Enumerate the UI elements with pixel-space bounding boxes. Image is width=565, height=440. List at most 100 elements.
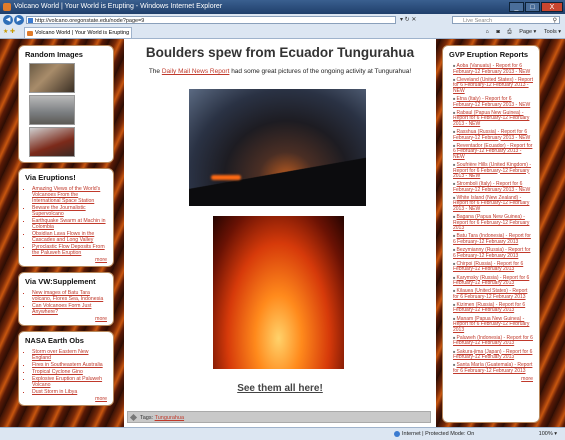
eruption-fire-photo <box>213 216 344 369</box>
list-item[interactable]: Manam (Papua New Guinea) - Report for 6 … <box>453 316 533 334</box>
address-bar[interactable]: http://volcano.oregonstate.edu/node?page… <box>26 16 396 24</box>
list-item[interactable]: Tropical Cyclone Gino <box>32 369 107 375</box>
link[interactable]: New images of Batu Tara volcano, Flores … <box>32 290 103 302</box>
list-item[interactable]: Obsidian Lava Flows in the Cascades and … <box>32 231 107 243</box>
report-link[interactable]: Kizimen (Russia) - Report for 6 February… <box>453 302 525 314</box>
search-icon[interactable]: ⚲ <box>553 17 557 25</box>
random-image-thumbnail[interactable] <box>29 63 75 93</box>
report-link[interactable]: Kilauea (United States) - Report for 6 F… <box>453 288 527 300</box>
list-item[interactable]: Stromboli (Italy) - Report for 6 Februar… <box>453 181 533 193</box>
list-item[interactable]: Soufrière Hills (United Kingdom) - Repor… <box>453 162 533 180</box>
list-item[interactable]: Chirpoi (Russia) - Report for 6 February… <box>453 261 533 273</box>
main-article: Boulders spew from Ecuador Tungurahua Th… <box>124 39 436 427</box>
list-item[interactable]: Bezymianny (Russia) - Report for 6 Febru… <box>453 247 533 259</box>
tags-label: Tags: <box>140 415 154 421</box>
list-item[interactable]: Cleveland (United States) - Report for 6… <box>453 77 533 95</box>
list-item[interactable]: Rabaul (Papua New Guinea) - Report for 6… <box>453 110 533 128</box>
search-placeholder: Live Search <box>463 18 493 24</box>
link[interactable]: Fires in Southeastern Australia <box>32 362 103 368</box>
list-item[interactable]: Etna (Italy) - Report for 6 February-12 … <box>453 96 533 108</box>
report-link[interactable]: White Island (New Zealand) - Report for … <box>453 195 529 212</box>
see-all-link[interactable]: See them all here! <box>237 383 323 394</box>
link[interactable]: Can Volcanoes Form Just Anywhere? <box>32 303 91 315</box>
report-link[interactable]: Karymsky (Russia) - Report for 6 Februar… <box>453 275 529 287</box>
home-icon[interactable]: ⌂ <box>486 29 489 35</box>
list-item[interactable]: Kizimen (Russia) - Report for 6 February… <box>453 302 533 314</box>
random-image-thumbnail[interactable] <box>29 127 75 157</box>
list-item[interactable]: Explosive Eruption at Paluweh Volcano <box>32 376 107 388</box>
search-input[interactable]: Live Search ⚲ <box>452 16 560 24</box>
report-link[interactable]: Batu Tara (Indonesia) - Report for 6 Feb… <box>453 233 531 245</box>
list-item[interactable]: Paluweh (Indonesia) - Report for 6 Febru… <box>453 335 533 347</box>
link[interactable]: Amazing Views of the World's Volcanoes F… <box>32 186 100 204</box>
random-image-thumbnail[interactable] <box>29 95 75 125</box>
list-item[interactable]: Earthquake Swarm at Machin in Colombia <box>32 218 107 230</box>
list-item[interactable]: Rasshua (Russia) - Report for 6 February… <box>453 129 533 141</box>
report-link[interactable]: Reventador (Ecuador) - Report for 6 Febr… <box>453 143 532 160</box>
link[interactable]: Obsidian Lava Flows in the Cascades and … <box>32 231 94 243</box>
more-link[interactable]: more <box>95 396 107 402</box>
list-item[interactable]: Storm over Eastern New England <box>32 349 107 361</box>
close-button[interactable]: X <box>541 2 563 12</box>
tag-link[interactable]: Tungurahua <box>155 415 184 421</box>
list-item[interactable]: Karymsky (Russia) - Report for 6 Februar… <box>453 275 533 287</box>
address-buttons[interactable]: ▾ ↻ ✕ <box>400 16 416 23</box>
more-link[interactable]: more <box>521 376 533 382</box>
back-arrow-icon[interactable]: ◀ <box>3 15 13 25</box>
link[interactable]: Dust Storm in Libya <box>32 389 77 395</box>
report-link[interactable]: Paluweh (Indonesia) - Report for 6 Febru… <box>453 335 533 347</box>
report-link[interactable]: Stromboli (Italy) - Report for 6 Februar… <box>453 181 530 193</box>
list-item[interactable]: Kilauea (United States) - Report for 6 F… <box>453 288 533 300</box>
report-link[interactable]: Aoba (Vanuatu) - Report for 6 February-1… <box>453 63 530 75</box>
zoom-control[interactable]: 100% ▾ <box>539 428 557 440</box>
report-link[interactable]: Bagana (Papua New Guinea) - Report for 6… <box>453 214 529 231</box>
list-item[interactable]: Dust Storm in Libya <box>32 389 107 395</box>
report-link[interactable]: Rasshua (Russia) - Report for 6 February… <box>453 129 530 141</box>
feeds-icon[interactable]: ◙ <box>496 29 499 35</box>
report-link[interactable]: Cleveland (United States) - Report for 6… <box>453 77 533 94</box>
article-intro: The Daily Mail News Report had some grea… <box>124 68 436 75</box>
more-link[interactable]: more <box>95 257 107 263</box>
report-link[interactable]: Bezymianny (Russia) - Report for 6 Febru… <box>453 247 530 259</box>
link[interactable]: Beware the Journalistic Supervolcano <box>32 205 86 217</box>
via-vw-supplement-block: Via VW:Supplement New images of Batu Tar… <box>18 272 114 326</box>
maximize-button[interactable]: □ <box>525 2 540 12</box>
report-link[interactable]: Soufrière Hills (United Kingdom) - Repor… <box>453 162 531 179</box>
list-item[interactable]: Aoba (Vanuatu) - Report for 6 February-1… <box>453 63 533 75</box>
command-bar: ⌂ ◙ ⎙ Page ▾ Tools ▾ <box>480 27 561 37</box>
list-item[interactable]: Bagana (Papua New Guinea) - Report for 6… <box>453 214 533 232</box>
list-item[interactable]: New images of Batu Tara volcano, Flores … <box>32 290 107 302</box>
page-menu[interactable]: Page ▾ <box>519 29 536 35</box>
list-item[interactable]: Reventador (Ecuador) - Report for 6 Febr… <box>453 143 533 161</box>
print-icon[interactable]: ⎙ <box>507 29 511 35</box>
forward-arrow-icon[interactable]: ▶ <box>14 15 24 25</box>
intro-text: had some great pictures of the ongoing a… <box>229 68 412 75</box>
link[interactable]: Storm over Eastern New England <box>32 349 89 361</box>
block-title: NASA Earth Obs <box>25 336 84 345</box>
link[interactable]: Earthquake Swarm at Machin in Colombia <box>32 218 106 230</box>
daily-mail-link[interactable]: Daily Mail News Report <box>162 68 230 75</box>
tools-menu[interactable]: Tools ▾ <box>544 29 561 35</box>
report-link[interactable]: Manam (Papua New Guinea) - Report for 6 … <box>453 316 529 333</box>
more-link[interactable]: more <box>95 316 107 322</box>
report-link[interactable]: Santa María (Guatemala) - Report for 6 F… <box>453 362 532 374</box>
report-link[interactable]: Sakura-jima (Japan) - Report for 6 Febru… <box>453 349 532 361</box>
list-item[interactable]: Sakura-jima (Japan) - Report for 6 Febru… <box>453 349 533 361</box>
list-item[interactable]: Fires in Southeastern Australia <box>32 362 107 368</box>
report-link[interactable]: Rabaul (Papua New Guinea) - Report for 6… <box>453 110 529 127</box>
list-item[interactable]: Beware the Journalistic Supervolcano <box>32 205 107 217</box>
list-item[interactable]: Pyroclastic Flow Deposits From the Paluw… <box>32 244 107 256</box>
list-item[interactable]: Can Volcanoes Form Just Anywhere? <box>32 303 107 315</box>
minimize-button[interactable]: _ <box>509 2 524 12</box>
list-item[interactable]: Santa María (Guatemala) - Report for 6 F… <box>453 362 533 374</box>
list-item[interactable]: Batu Tara (Indonesia) - Report for 6 Feb… <box>453 233 533 245</box>
report-link[interactable]: Etna (Italy) - Report for 6 February-12 … <box>453 96 530 108</box>
tab-volcano-world[interactable]: Volcano World | Your World is Erupting <box>24 27 132 38</box>
link[interactable]: Tropical Cyclone Gino <box>32 369 83 375</box>
report-link[interactable]: Chirpoi (Russia) - Report for 6 February… <box>453 261 523 273</box>
link[interactable]: Explosive Eruption at Paluweh Volcano <box>32 376 102 388</box>
list-item[interactable]: White Island (New Zealand) - Report for … <box>453 195 533 213</box>
list-item[interactable]: Amazing Views of the World's Volcanoes F… <box>32 186 107 204</box>
favorites-star-icon[interactable]: ★ ✚ <box>3 28 15 35</box>
link[interactable]: Pyroclastic Flow Deposits From the Paluw… <box>32 244 105 256</box>
